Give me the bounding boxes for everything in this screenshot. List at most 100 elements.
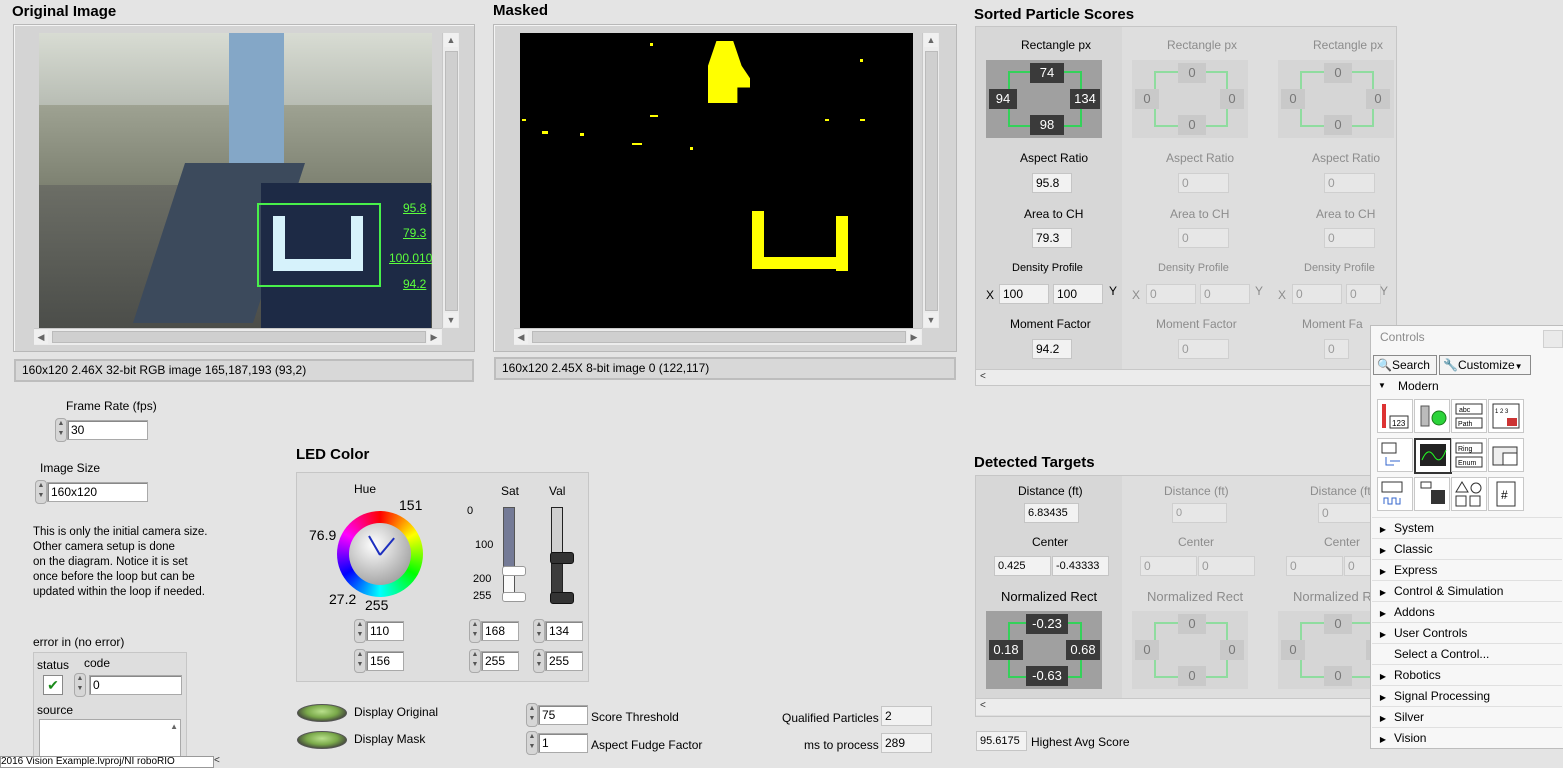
ring-enum-icon[interactable]: Ring Enum (1451, 438, 1487, 472)
slider-handle-icon[interactable] (502, 592, 526, 602)
scroll-left-icon[interactable]: < (980, 371, 986, 382)
aspect-fudge-input[interactable]: 1 (538, 733, 588, 753)
scroll-up-icon[interactable]: ▲ (924, 33, 938, 47)
rect-right: 0.68 (1066, 640, 1100, 660)
hue-low-spinner-icon[interactable]: ▲ ▼ (354, 619, 366, 643)
palette-customize-button[interactable]: 🔧Customize▼ (1439, 355, 1531, 375)
palette-category-classic[interactable]: ▶ Classic (1372, 538, 1562, 559)
hue-dial[interactable] (337, 511, 423, 597)
sat-low-spinner-icon[interactable]: ▲ ▼ (469, 619, 481, 643)
string-path-icon[interactable]: abc Path (1451, 399, 1487, 433)
scroll-left-icon[interactable]: < (214, 755, 220, 766)
palette-category-system[interactable]: ▶ System (1372, 517, 1562, 538)
display-mask-led[interactable] (297, 731, 347, 749)
sorted-scores-array: Rectangle px 74 94 134 98 Aspect Ratio 9… (975, 26, 1397, 386)
led-color-cluster: Hue 151 76.9 27.2 255 Sat Val 0 100 200 … (296, 472, 589, 682)
frame-rate-input[interactable]: 30 (67, 420, 148, 440)
display-original-led[interactable] (297, 704, 347, 722)
targets-hscroll[interactable]: < (976, 698, 1396, 715)
val-low-input[interactable]: 134 (545, 621, 583, 641)
palette-category-vision[interactable]: ▶ Vision (1372, 727, 1562, 748)
palette-category-addons[interactable]: ▶ Addons (1372, 601, 1562, 622)
slider-handle-icon[interactable] (550, 592, 574, 604)
palette-category-user-controls[interactable]: ▶ User Controls (1372, 622, 1562, 643)
project-path-bar[interactable]: 2016 Vision Example.lvproj/NI roboRIO (0, 756, 214, 768)
slider-handle-icon[interactable] (502, 566, 526, 576)
sat-high-spinner-icon[interactable]: ▲ ▼ (469, 649, 481, 673)
scroll-left-icon[interactable]: ◀ (514, 330, 528, 344)
scroll-up-icon[interactable]: ▲ (170, 722, 178, 731)
sat-slider[interactable] (502, 507, 526, 602)
source-label: source (37, 703, 74, 717)
array-matrix-icon[interactable]: 1 2 3 (1488, 399, 1524, 433)
palette-category-label: Vision (1394, 731, 1427, 745)
overlay-value: 79.3 (403, 226, 427, 240)
palette-category-robotics[interactable]: ▶ Robotics (1372, 664, 1562, 685)
hue-high-input[interactable]: 156 (366, 651, 404, 671)
val-high-input[interactable]: 255 (545, 651, 583, 671)
io-icon[interactable] (1377, 477, 1413, 511)
boolean-controls-icon[interactable] (1414, 399, 1450, 433)
svg-text:1 2 3: 1 2 3 (1495, 409, 1509, 415)
numeric-controls-icon[interactable]: 123 (1377, 399, 1413, 433)
palette-category-express[interactable]: ▶ Express (1372, 559, 1562, 580)
palette-close-icon[interactable] (1543, 330, 1563, 348)
code-spinner-icon[interactable]: ▲ ▼ (74, 673, 86, 697)
original-vscroll[interactable]: ▲ ▼ (442, 33, 459, 328)
aspect-ratio-label: Aspect Ratio (1166, 151, 1235, 165)
scroll-right-icon[interactable]: ▶ (427, 330, 441, 344)
scroll-thumb[interactable] (445, 51, 458, 311)
status-check-icon[interactable]: ✔ (43, 675, 63, 695)
rect-top: -0.23 (1026, 614, 1068, 634)
original-image-display[interactable]: 95.8 79.3 100.0100 94.2 ▲ ▼ ◀ ▶ (13, 24, 475, 352)
code-label: code (84, 656, 111, 670)
masked-hscroll[interactable]: ◀ ▶ (514, 328, 922, 345)
palette-search-button[interactable]: 🔍Search (1373, 355, 1437, 375)
scroll-thumb[interactable] (925, 51, 938, 311)
masked-vscroll[interactable]: ▲ ▼ (922, 33, 939, 328)
slider-handle-icon[interactable] (550, 552, 574, 564)
score-threshold-spinner-icon[interactable]: ▲ ▼ (526, 703, 538, 727)
variant-class-icon[interactable] (1414, 477, 1450, 511)
list-table-tree-icon[interactable] (1377, 438, 1413, 472)
highest-avg-score-label: Highest Avg Score (1031, 735, 1130, 749)
sat-low-input[interactable]: 168 (481, 621, 519, 641)
refnum-icon[interactable]: # (1488, 477, 1524, 511)
scroll-right-icon[interactable]: ▶ (907, 330, 921, 344)
palette-select-control[interactable]: Select a Control... (1372, 643, 1562, 664)
dial-label: 151 (399, 497, 423, 513)
palette-category-control-simulation[interactable]: ▶ Control & Simulation (1372, 580, 1562, 601)
scroll-down-icon[interactable]: ▼ (444, 313, 458, 327)
frame-rate-spinner-icon[interactable]: ▲ ▼ (55, 418, 67, 442)
image-size-spinner-icon[interactable]: ▲ ▼ (35, 480, 47, 504)
palette-category-signal-processing[interactable]: ▶ Signal Processing (1372, 685, 1562, 706)
scroll-up-icon[interactable]: ▲ (444, 33, 458, 47)
original-hscroll[interactable]: ◀ ▶ (34, 328, 442, 345)
palette-category-silver[interactable]: ▶ Silver (1372, 706, 1562, 727)
image-size-ring[interactable]: 160x120 (47, 482, 148, 502)
decorations-icon[interactable] (1451, 477, 1487, 511)
masked-image-display[interactable]: ▲ ▼ ◀ ▶ (493, 24, 957, 352)
val-slider[interactable] (550, 507, 574, 604)
aspect-fudge-spinner-icon[interactable]: ▲ ▼ (526, 731, 538, 755)
scroll-thumb[interactable] (52, 331, 426, 343)
scroll-thumb[interactable] (532, 331, 906, 343)
scroll-left-icon[interactable]: < (980, 700, 986, 711)
hue-high-spinner-icon[interactable]: ▲ ▼ (354, 649, 366, 673)
val-low-spinner-icon[interactable]: ▲ ▼ (533, 619, 545, 643)
containers-icon[interactable] (1488, 438, 1524, 472)
val-high-spinner-icon[interactable]: ▲ ▼ (533, 649, 545, 673)
scroll-down-icon[interactable]: ▼ (924, 313, 938, 327)
palette-category-label: Classic (1394, 542, 1433, 556)
graph-icon[interactable] (1414, 438, 1452, 474)
controls-palette-title: Controls (1380, 330, 1425, 344)
code-input[interactable]: 0 (89, 675, 182, 695)
score-threshold-input[interactable]: 75 (538, 705, 588, 725)
hue-low-input[interactable]: 110 (366, 621, 404, 641)
palette-category-modern[interactable]: ▼ Modern (1372, 376, 1562, 396)
scroll-left-icon[interactable]: ◀ (34, 330, 48, 344)
sat-tick: 100 (475, 539, 494, 551)
rect-bottom: 98 (1030, 115, 1064, 135)
sat-high-input[interactable]: 255 (481, 651, 519, 671)
scores-hscroll[interactable]: < (976, 369, 1396, 385)
